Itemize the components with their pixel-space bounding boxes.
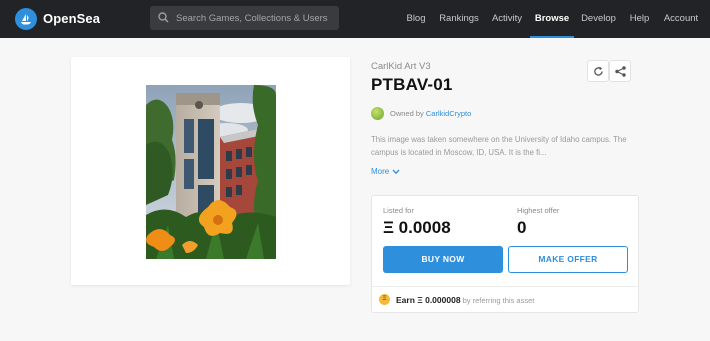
listing-card: Listed for Ξ 0.0008 Highest offer 0 BUY … xyxy=(371,195,639,313)
owned-by-label: Owned by xyxy=(390,109,424,118)
opensea-logo-icon[interactable] xyxy=(15,8,37,30)
asset-description: This image was taken somewhere on the Un… xyxy=(371,135,627,157)
nav-link-browse[interactable]: Browse xyxy=(530,0,574,38)
make-offer-button[interactable]: MAKE OFFER xyxy=(508,246,628,273)
highest-offer-label: Highest offer xyxy=(517,206,560,215)
more-label: More xyxy=(371,167,390,176)
earn-note: by referring this asset xyxy=(460,296,535,305)
buy-now-button[interactable]: BUY NOW xyxy=(383,246,503,273)
listed-for-label: Listed for xyxy=(383,206,414,215)
listed-price: Ξ 0.0008 xyxy=(383,218,451,237)
search-input[interactable] xyxy=(176,9,334,27)
nav-link-rankings[interactable]: Rankings xyxy=(437,0,481,38)
owner-link[interactable]: CarlkidCrypto xyxy=(426,109,471,118)
nav-link-account[interactable]: Account xyxy=(661,0,701,38)
asset-title: PTBAV-01 xyxy=(371,75,453,94)
top-nav-bar: OpenSea Blog Rankings Activity Browse De… xyxy=(0,0,710,38)
nav-link-activity[interactable]: Activity xyxy=(489,0,525,38)
nav-link-develop[interactable]: Develop xyxy=(579,0,618,38)
more-toggle[interactable]: More xyxy=(371,167,400,176)
coin-icon: Ξ xyxy=(379,294,390,305)
asset-image-card xyxy=(71,57,350,285)
nav-link-blog[interactable]: Blog xyxy=(400,0,432,38)
share-icon xyxy=(615,66,626,77)
search-icon xyxy=(158,12,169,23)
owner-avatar[interactable] xyxy=(371,107,384,120)
referral-row: Ξ Earn Ξ 0.000008 by referring this asse… xyxy=(372,286,638,313)
share-button[interactable] xyxy=(609,60,631,82)
search-box[interactable] xyxy=(150,6,339,30)
highest-offer-value: 0 xyxy=(517,218,527,237)
asset-photo[interactable] xyxy=(146,85,276,259)
brand-name[interactable]: OpenSea xyxy=(43,11,100,26)
earn-amount: Earn Ξ 0.000008 xyxy=(396,295,461,305)
collection-name[interactable]: CarlKid Art V3 xyxy=(371,61,431,72)
chevron-down-icon xyxy=(392,169,400,175)
nav-link-help[interactable]: Help xyxy=(626,0,653,38)
refresh-button[interactable] xyxy=(587,60,609,82)
refresh-icon xyxy=(594,66,603,76)
